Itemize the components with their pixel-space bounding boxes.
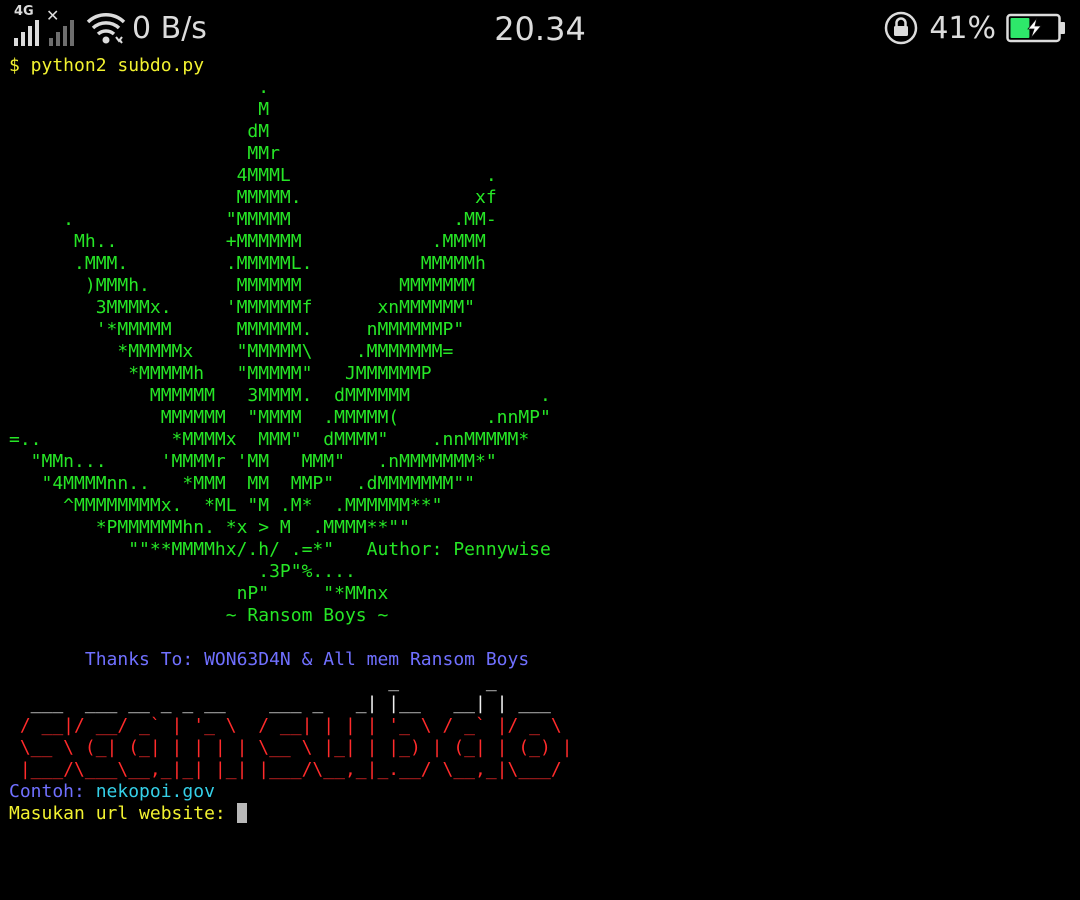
rotation-lock-icon [885,11,918,45]
input-cursor[interactable] [236,803,247,823]
ascii-art-leaf: . M dM MMr 4MMML . MMMMM. xf . "MMMMM .M… [9,77,551,626]
terminal-output: $ python2 subdo.py . M dM MMr 4MMML . MM… [9,55,1079,825]
banner-bottom: |___/\___\__,_|_| |_| |___/\__,_|_.__/ \… [9,759,562,780]
example-value: nekopoi.gov [95,781,215,802]
status-bar-right: 41% [883,8,1066,48]
banner-middle: / __|/ __/ _` | '_ \ / __| | | | '_ \ / … [19,715,573,758]
battery-percent: 41% [929,10,996,46]
battery-charging-icon [1006,13,1065,43]
status-bar: ✕ 0 B/s 4G 20.34 41% [0,0,1080,56]
example-label: Contoh: [9,781,96,802]
banner-top: _ _ ___ ___ __ _ _ __ ___ _ _| |__ __| |… [30,671,551,714]
command-line: $ python2 subdo.py [9,55,205,76]
url-prompt: Masukan url website: [9,803,237,824]
thanks-line: Thanks To: WON63D4N & All mem Ransom Boy… [9,649,530,670]
